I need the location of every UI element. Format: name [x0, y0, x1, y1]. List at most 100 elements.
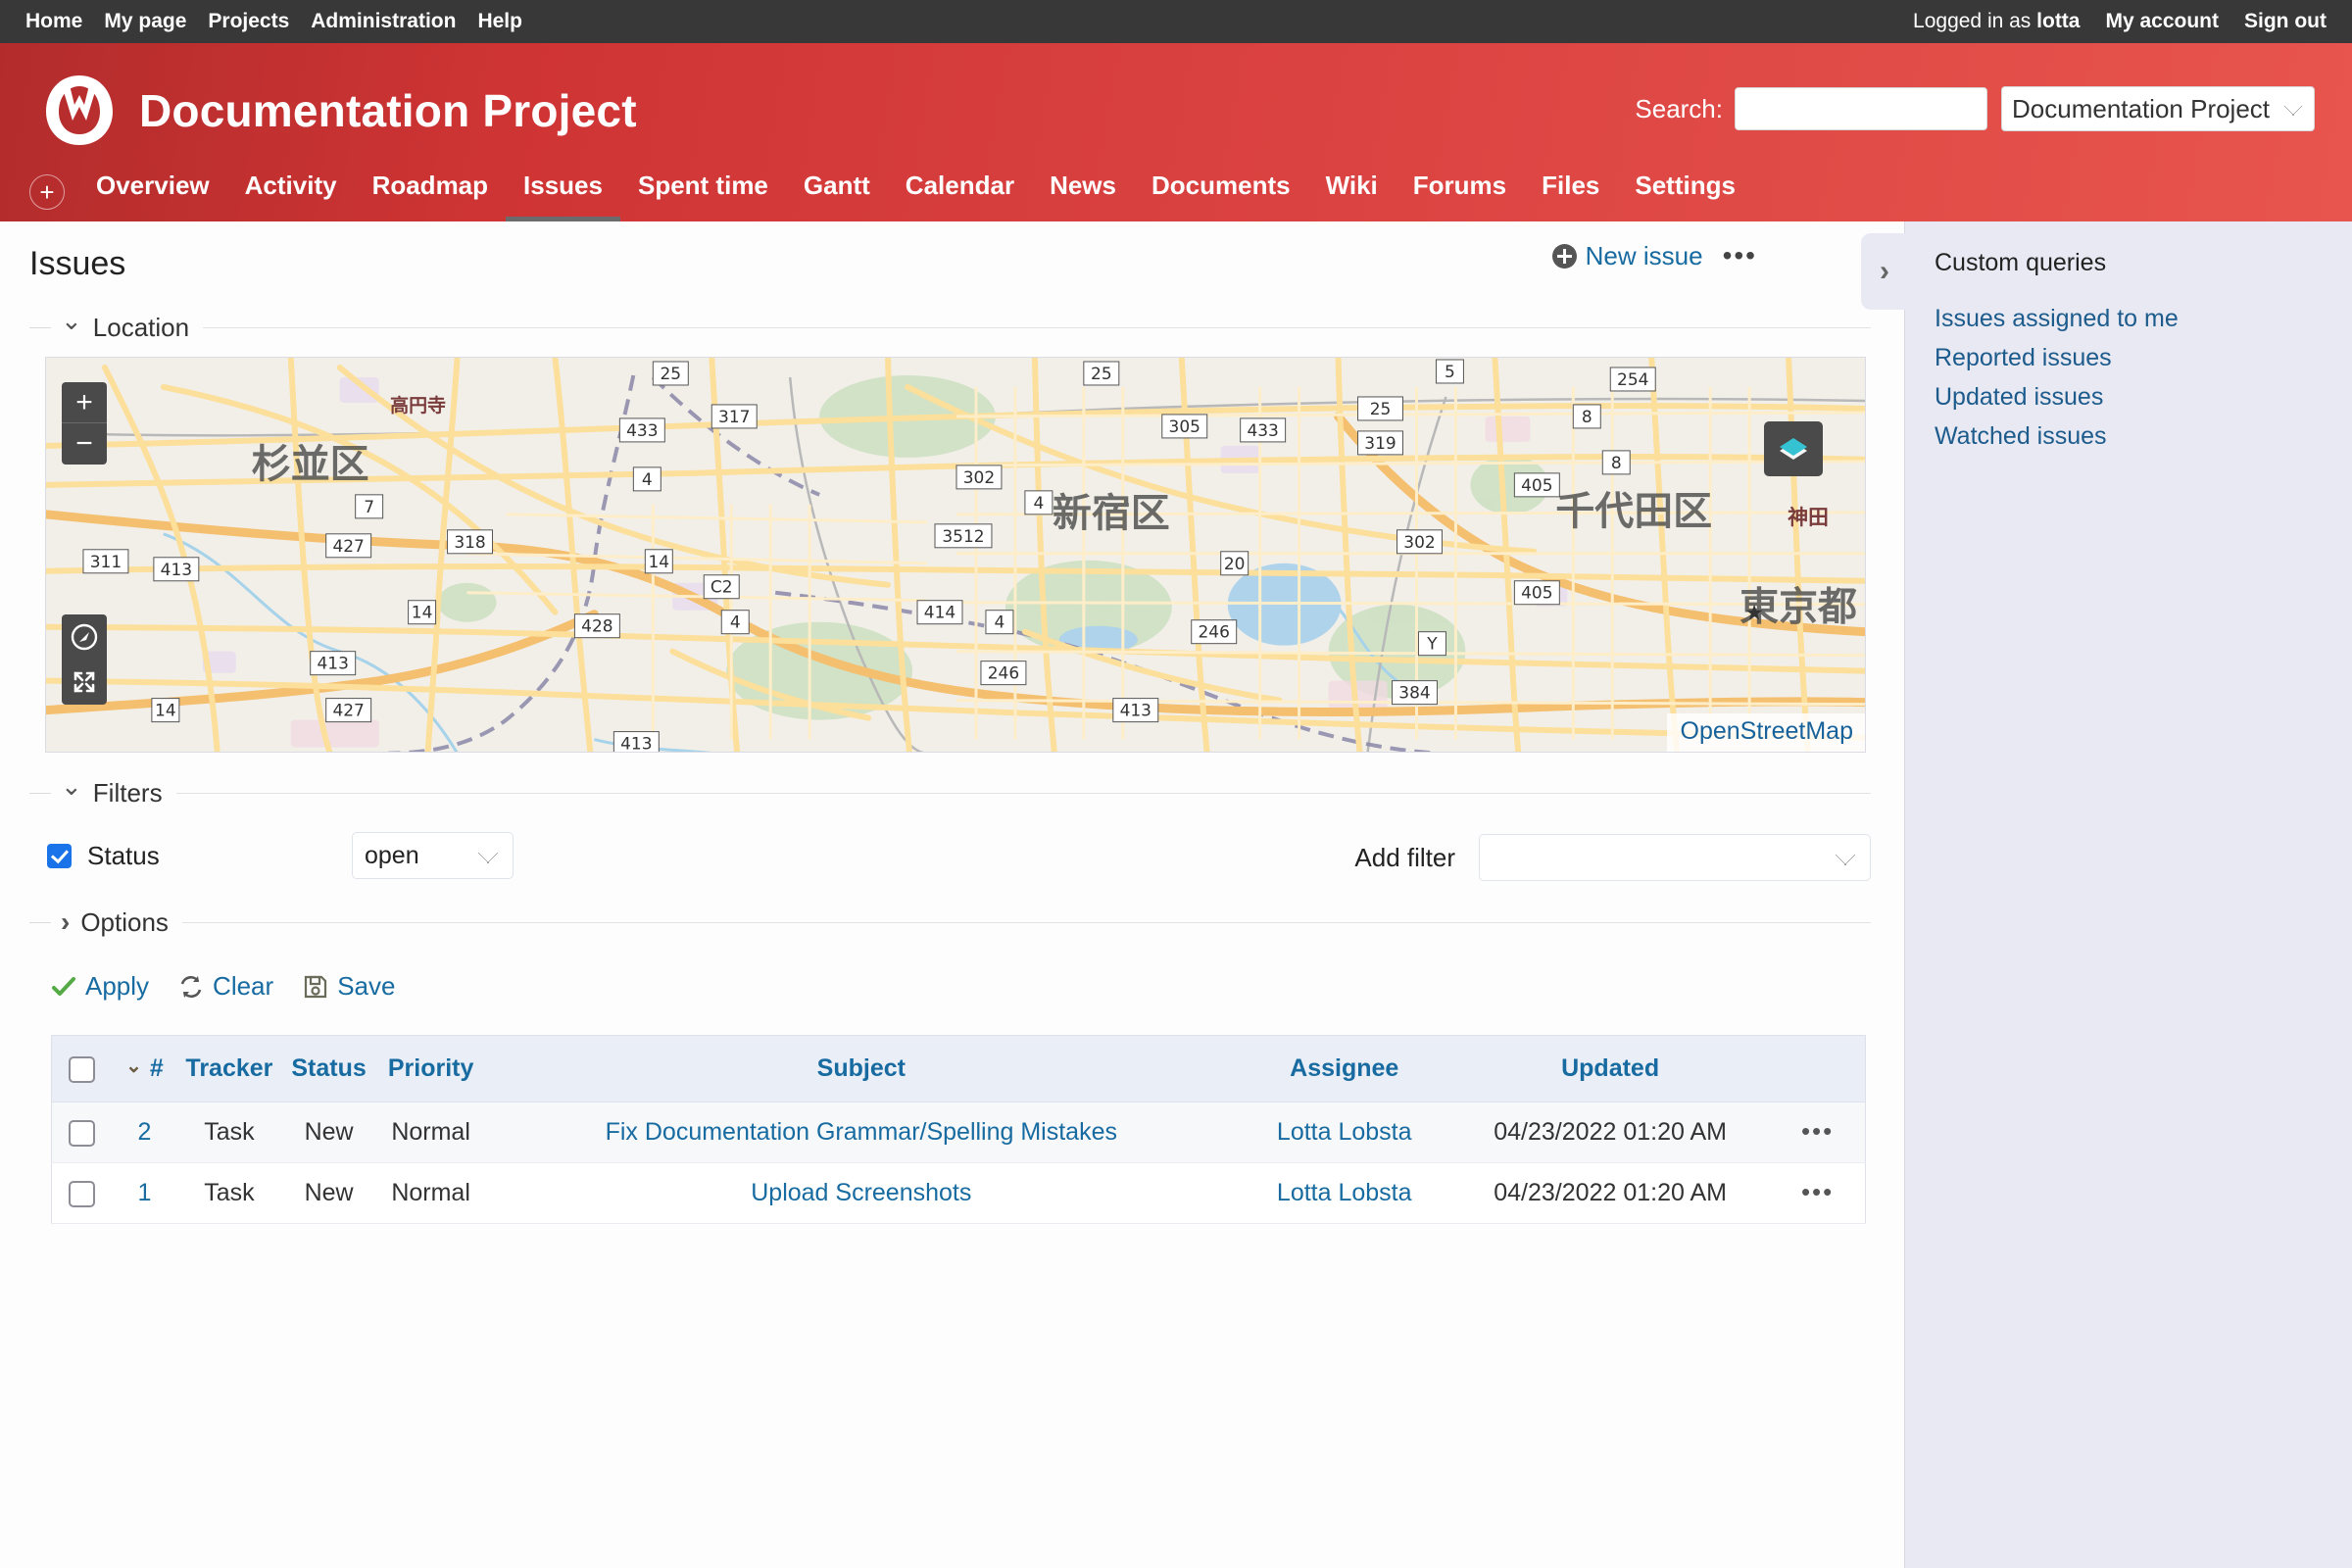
tab-forums[interactable]: Forums: [1396, 171, 1524, 221]
table-row[interactable]: 2 Task New Normal Fix Documentation Gram…: [51, 1102, 1866, 1163]
column-header-tracker[interactable]: Tracker: [177, 1035, 281, 1102]
new-issue-button[interactable]: New issue: [1551, 241, 1703, 271]
svg-text:405: 405: [1521, 476, 1552, 496]
check-icon: [51, 974, 76, 1000]
sidebar-toggle-button[interactable]: ›: [1861, 233, 1908, 310]
svg-text:433: 433: [1247, 421, 1278, 441]
fullscreen-icon[interactable]: [62, 660, 107, 705]
tab-roadmap[interactable]: Roadmap: [355, 171, 506, 221]
tab-spent-time[interactable]: Spent time: [620, 171, 786, 221]
column-header-actions: [1770, 1035, 1866, 1102]
filters-block: Filters Status open Add filter: [29, 778, 1871, 881]
column-header-priority[interactable]: Priority: [377, 1035, 485, 1102]
plus-circle-icon: [1551, 244, 1577, 269]
sidebar-item-watched-issues[interactable]: Watched issues: [1935, 422, 2327, 451]
issue-id-link[interactable]: 2: [137, 1118, 151, 1146]
svg-text:317: 317: [718, 408, 750, 427]
top-menu-item-home[interactable]: Home: [25, 10, 82, 33]
sign-out-link[interactable]: Sign out: [2244, 10, 2327, 33]
status-filter-select[interactable]: open: [352, 832, 514, 879]
row-status-cell: New: [280, 1102, 378, 1163]
row-updated-cell: 04/23/2022 01:20 AM: [1450, 1102, 1771, 1163]
top-menu-item-help[interactable]: Help: [477, 10, 522, 33]
issue-id-link[interactable]: 1: [137, 1179, 151, 1206]
chevron-right-icon: [61, 906, 70, 938]
svg-text:302: 302: [1403, 533, 1435, 553]
zoom-in-button[interactable]: +: [62, 382, 107, 423]
sidebar-item-updated-issues[interactable]: Updated issues: [1935, 383, 2327, 412]
status-filter-checkbox[interactable]: [47, 843, 72, 868]
row-more-actions-icon[interactable]: •••: [1801, 1177, 1834, 1206]
search-input[interactable]: [1735, 87, 1987, 130]
tab-settings[interactable]: Settings: [1617, 171, 1753, 221]
row-checkbox[interactable]: [68, 1180, 95, 1207]
chevron-down-icon: [61, 313, 82, 343]
svg-text:305: 305: [1169, 417, 1200, 437]
search-label: Search:: [1635, 93, 1723, 123]
tab-activity[interactable]: Activity: [227, 171, 355, 221]
top-menu-item-administration[interactable]: Administration: [311, 10, 456, 33]
table-header-row: ⌄ # Tracker Status Priority Subject Assig…: [51, 1035, 1866, 1102]
filters-section-header[interactable]: Filters: [29, 778, 1871, 808]
row-checkbox[interactable]: [68, 1119, 95, 1147]
assignee-link[interactable]: Lotta Lobsta: [1277, 1179, 1412, 1206]
save-button[interactable]: Save: [303, 971, 395, 1002]
compass-icon[interactable]: [62, 614, 107, 660]
tab-documents[interactable]: Documents: [1134, 171, 1308, 221]
apply-button[interactable]: Apply: [51, 971, 149, 1002]
issue-subject-link[interactable]: Upload Screenshots: [751, 1179, 971, 1206]
tab-wiki[interactable]: Wiki: [1308, 171, 1396, 221]
sidebar-item-reported-issues[interactable]: Reported issues: [1935, 344, 2327, 372]
svg-text:427: 427: [332, 537, 364, 557]
column-header-assignee[interactable]: Assignee: [1238, 1035, 1451, 1102]
column-label-id: #: [149, 1054, 164, 1082]
column-header-status[interactable]: Status: [280, 1035, 378, 1102]
clear-button[interactable]: Clear: [178, 971, 273, 1002]
add-filter-label: Add filter: [1354, 842, 1455, 872]
issues-table: ⌄ # Tracker Status Priority Subject Assig…: [51, 1035, 1866, 1224]
row-priority-cell: Normal: [377, 1102, 485, 1163]
tab-calendar[interactable]: Calendar: [888, 171, 1032, 221]
more-actions-icon[interactable]: •••: [1723, 242, 1757, 270]
project-header: Documentation Project Search: Documentat…: [0, 43, 2352, 221]
right-sidebar: Custom queries Issues assigned to me Rep…: [1904, 221, 2352, 1568]
plus-icon[interactable]: +: [29, 174, 65, 210]
zoom-out-button[interactable]: −: [62, 423, 107, 465]
map-attribution[interactable]: OpenStreetMap: [1666, 713, 1865, 752]
add-filter-select[interactable]: [1479, 834, 1871, 881]
save-label: Save: [337, 971, 396, 1001]
top-menu-item-my-page[interactable]: My page: [104, 10, 186, 33]
tab-news[interactable]: News: [1032, 171, 1134, 221]
options-section-header[interactable]: Options: [29, 906, 1871, 938]
my-account-link[interactable]: My account: [2105, 10, 2219, 33]
top-menu-item-projects[interactable]: Projects: [208, 10, 289, 33]
location-map[interactable]: 杉並区 新宿区 千代田区 東京都 神田 高円寺 ★ 25 25 5 254 31…: [45, 357, 1866, 753]
select-all-checkbox[interactable]: [68, 1055, 95, 1083]
section-rule: [175, 793, 1871, 794]
filters-section-label: Filters: [92, 778, 163, 808]
tab-issues[interactable]: Issues: [506, 171, 620, 221]
column-header-updated[interactable]: Updated: [1450, 1035, 1771, 1102]
tab-overview[interactable]: Overview: [78, 171, 227, 221]
location-section-header[interactable]: Location: [29, 313, 1871, 343]
column-header-id[interactable]: ⌄ #: [111, 1035, 178, 1102]
tab-files[interactable]: Files: [1524, 171, 1617, 221]
select-all-header: [51, 1035, 112, 1102]
svg-text:246: 246: [1199, 623, 1230, 643]
row-more-actions-icon[interactable]: •••: [1801, 1116, 1834, 1146]
issue-subject-link[interactable]: Fix Documentation Grammar/Spelling Mista…: [606, 1118, 1117, 1146]
sidebar-item-issues-assigned-to-me[interactable]: Issues assigned to me: [1935, 305, 2327, 333]
svg-text:C2: C2: [710, 578, 733, 598]
table-row[interactable]: 1 Task New Normal Upload Screenshots Lot…: [51, 1162, 1866, 1224]
clear-label: Clear: [213, 971, 274, 1001]
main-content: New issue ••• › Issues Location: [0, 221, 1908, 1568]
layers-diamond-icon[interactable]: [1764, 421, 1823, 476]
map-road-shields: 25 25 5 254 317 433 305 433 8 319 25 302…: [82, 359, 1656, 752]
tab-gantt[interactable]: Gantt: [786, 171, 888, 221]
logged-in-status: Logged in as lotta: [1913, 10, 2080, 33]
logged-in-username: lotta: [2036, 10, 2081, 32]
svg-text:7: 7: [364, 498, 374, 517]
column-header-subject[interactable]: Subject: [484, 1035, 1239, 1102]
search-scope-select[interactable]: Documentation Project: [2001, 86, 2315, 131]
assignee-link[interactable]: Lotta Lobsta: [1277, 1118, 1412, 1146]
